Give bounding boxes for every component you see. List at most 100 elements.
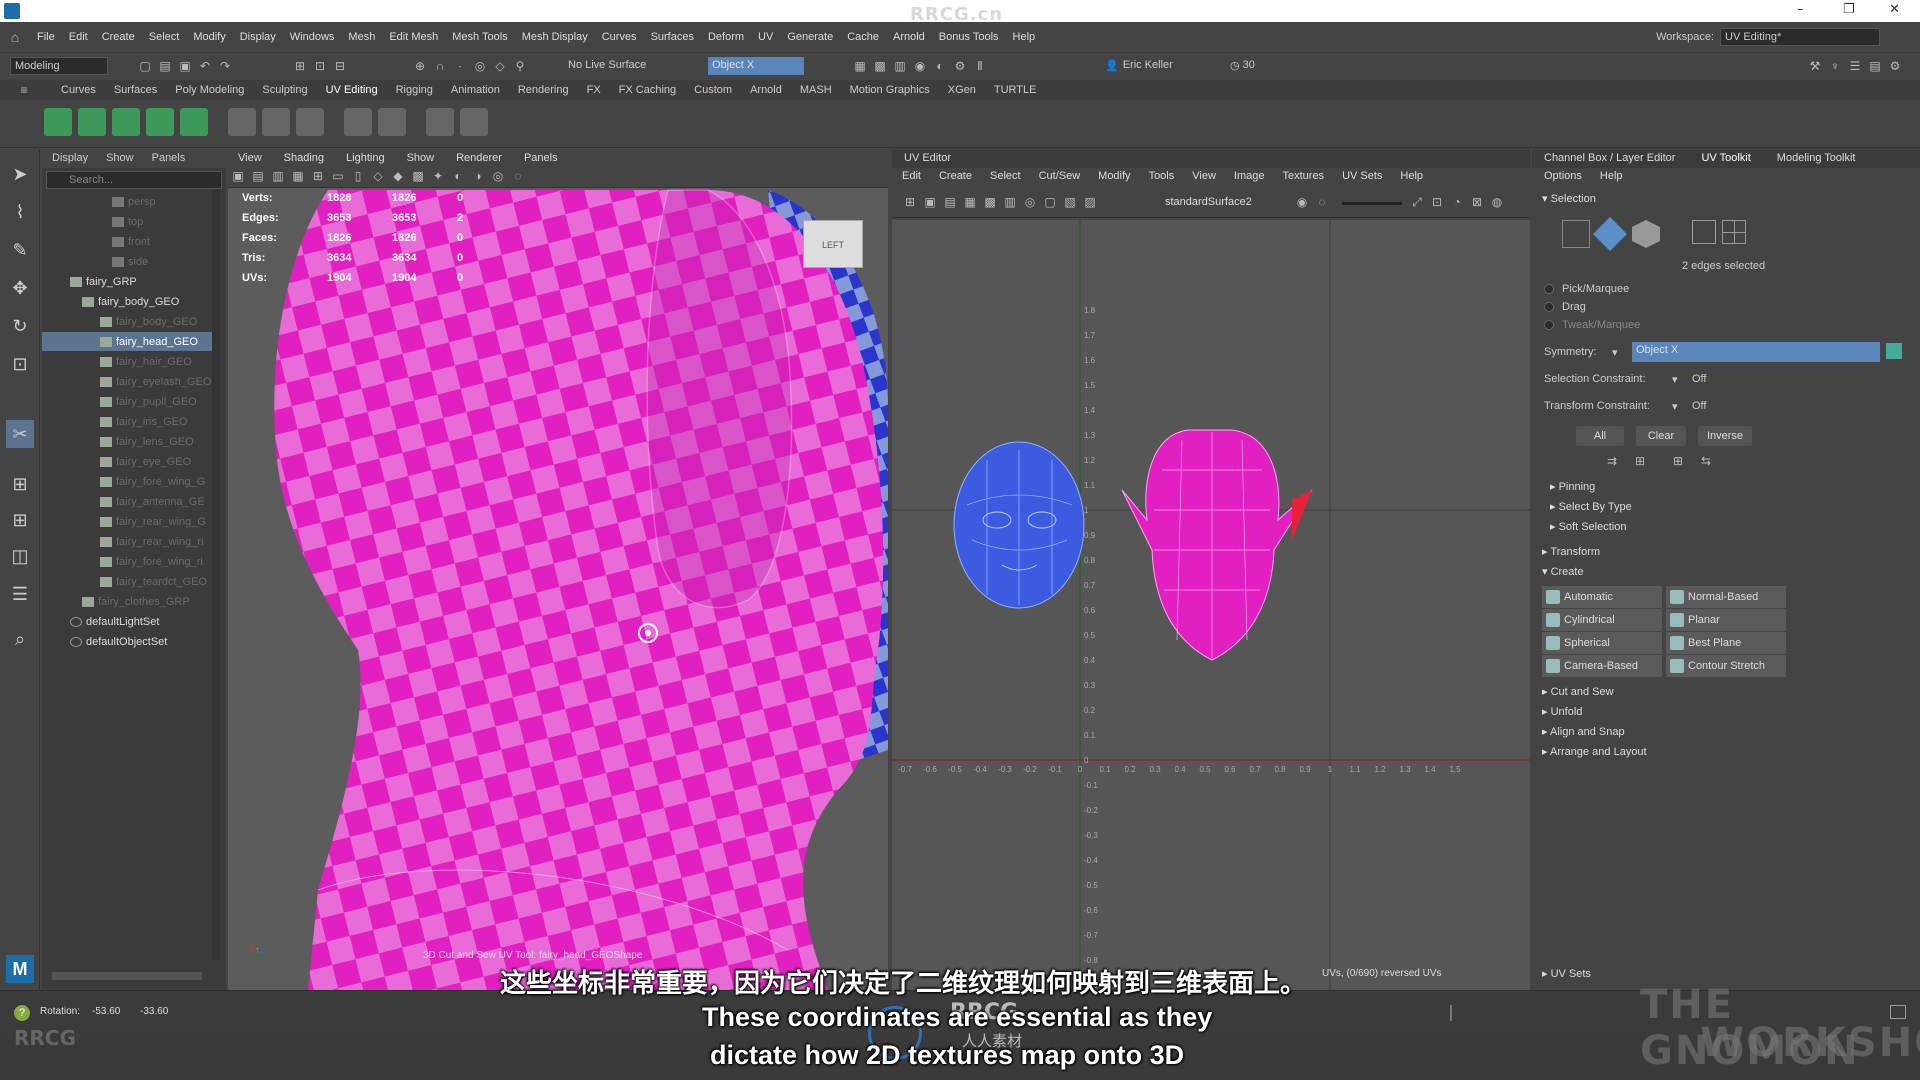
menu-display[interactable]: Display xyxy=(233,31,283,43)
cut-sew-tool-icon[interactable]: ✂ xyxy=(6,420,34,448)
grid-toggle-icon[interactable]: ⊞ xyxy=(310,168,326,184)
shelf-tab-mash[interactable]: MASH xyxy=(791,84,841,96)
uv-toggle-icon[interactable]: ⊠ xyxy=(1469,194,1485,210)
viewport-menu-lighting[interactable]: Lighting xyxy=(346,152,385,166)
menu-file[interactable]: File xyxy=(30,31,62,43)
frame-all-icon[interactable]: ⤢ xyxy=(1409,194,1425,210)
menu-modify[interactable]: Modify xyxy=(186,31,232,43)
shelf-tab-fx-caching[interactable]: FX Caching xyxy=(610,84,685,96)
menu-select[interactable]: Select xyxy=(142,31,187,43)
outliner-item[interactable]: persp xyxy=(42,192,212,211)
user-account[interactable]: 👤 Eric Keller xyxy=(1105,59,1173,72)
pause-icon[interactable]: Ⅱ xyxy=(972,58,988,74)
menu-curves[interactable]: Curves xyxy=(595,31,644,43)
outliner-item[interactable]: front xyxy=(42,232,212,251)
cut-uv-icon[interactable] xyxy=(228,108,256,136)
menu-uv[interactable]: UV xyxy=(751,31,780,43)
uv-tiles-icon[interactable]: ▨ xyxy=(1082,194,1098,210)
select-shell-icon[interactable]: ⊞ xyxy=(1670,453,1686,469)
outliner-menu-display[interactable]: Display xyxy=(52,152,88,166)
straighten-uv-icon[interactable] xyxy=(378,108,406,136)
open-scene-icon[interactable]: ▤ xyxy=(157,58,173,74)
mode-pick-marquee[interactable]: Pick/Marquee xyxy=(1544,283,1629,295)
inverse-selection-button[interactable]: Inverse xyxy=(1698,426,1752,446)
menu-create[interactable]: Create xyxy=(95,31,142,43)
select-hierarchy-icon[interactable]: ⊞ xyxy=(292,58,308,74)
3d-viewport[interactable]: View Shading Lighting Show Renderer Pane… xyxy=(228,150,888,990)
contour-stretch-button[interactable]: Contour Stretch xyxy=(1666,655,1786,677)
frame-selection-icon[interactable]: ⊡ xyxy=(1429,194,1445,210)
outliner-item[interactable]: defaultLightSet xyxy=(42,612,212,631)
uv-camera-icon[interactable]: ▢ xyxy=(1042,194,1058,210)
outliner-item[interactable]: fairy_fore_wing_G xyxy=(42,472,212,491)
channel-box-icon[interactable]: ⚙ xyxy=(1887,58,1903,74)
snap-live-icon[interactable]: ⚲ xyxy=(512,58,528,74)
lights-icon[interactable]: ✦ xyxy=(430,168,446,184)
alpha-channel-icon[interactable]: ◌ xyxy=(1314,194,1330,210)
viewport-menu-view[interactable]: View xyxy=(238,152,262,166)
uv-menu-image[interactable]: Image xyxy=(1234,170,1265,184)
mode-tweak-marquee[interactable]: Tweak/Marquee xyxy=(1544,319,1640,331)
restore-icon[interactable]: ❐ xyxy=(1843,2,1855,17)
outliner-item[interactable]: fairy_head_GEO xyxy=(42,332,212,351)
menu-help[interactable]: Help xyxy=(1006,31,1043,43)
shadows-icon[interactable]: ◐ xyxy=(450,168,466,184)
uv-shell-mode-icon[interactable] xyxy=(1722,220,1746,244)
symmetry-dropdown[interactable]: Object X xyxy=(1632,342,1880,362)
best-plane-button[interactable]: Best Plane xyxy=(1666,632,1786,654)
shelf-tab-surfaces[interactable]: Surfaces xyxy=(105,84,166,96)
cylindrical-mapping-icon[interactable] xyxy=(78,108,106,136)
grow-selection-icon[interactable]: ⇉ xyxy=(1604,453,1620,469)
shelf-tab-uv-editing[interactable]: UV Editing xyxy=(317,84,387,96)
normal-based-button[interactable]: Normal-Based xyxy=(1666,586,1786,608)
automatic-mapping-icon[interactable] xyxy=(146,108,174,136)
uv-menu-tools[interactable]: Tools xyxy=(1149,170,1175,184)
unfold-uv-icon[interactable] xyxy=(296,108,324,136)
help-icon[interactable]: ? xyxy=(14,1005,30,1021)
distortion-shader-icon[interactable] xyxy=(460,108,488,136)
shelf-tab-turtle[interactable]: TURTLE xyxy=(985,84,1046,96)
planar-mapping-icon[interactable] xyxy=(44,108,72,136)
render-view-icon[interactable]: ◐ xyxy=(932,58,948,74)
paint-select-icon[interactable]: ✎ xyxy=(6,236,34,264)
outliner-search-input[interactable]: Search... xyxy=(46,171,222,189)
menu-surfaces[interactable]: Surfaces xyxy=(644,31,701,43)
symmetry-settings-icon[interactable] xyxy=(1886,343,1902,359)
menu-generate[interactable]: Generate xyxy=(780,31,840,43)
search-icon[interactable]: ⌕ xyxy=(6,625,34,653)
section-select-by-type[interactable]: ▸ Select By Type xyxy=(1550,500,1632,513)
select-all-button[interactable]: All xyxy=(1576,426,1624,446)
section-align-and-snap[interactable]: ▸ Align and Snap xyxy=(1542,725,1625,738)
textured-icon[interactable]: ▩ xyxy=(410,168,426,184)
vertex-mode-icon[interactable] xyxy=(1562,220,1590,248)
workspace-dropdown[interactable]: UV Editing* xyxy=(1720,28,1880,46)
shrink-selection-icon[interactable]: ⊞ xyxy=(1632,453,1648,469)
outliner-item[interactable]: fairy_eyelash_GEO xyxy=(42,372,212,391)
save-scene-icon[interactable]: ▣ xyxy=(177,58,193,74)
section-transform[interactable]: ▸ Transform xyxy=(1542,545,1600,558)
bookmark-icon[interactable]: ▥ xyxy=(270,168,286,184)
transform-constraint-value[interactable]: Off xyxy=(1692,400,1706,412)
uv-toolkit-menu-help[interactable]: Help xyxy=(1600,170,1623,184)
section-cut-and-sew[interactable]: ▸ Cut and Sew xyxy=(1542,685,1614,698)
uv-menu-modify[interactable]: Modify xyxy=(1098,170,1130,184)
snap-surface-icon[interactable]: ◇ xyxy=(492,58,508,74)
layout-uv-icon[interactable] xyxy=(344,108,372,136)
shelf-tab-animation[interactable]: Animation xyxy=(442,84,509,96)
uv-checker-icon[interactable]: ▥ xyxy=(1002,194,1018,210)
menu-deform[interactable]: Deform xyxy=(701,31,751,43)
outliner-item[interactable]: fairy_teardct_GEO xyxy=(42,572,212,591)
shelf-tab-rendering[interactable]: Rendering xyxy=(509,84,578,96)
render-settings-icon[interactable]: ▥ xyxy=(892,58,908,74)
live-surface-field[interactable]: No Live Surface xyxy=(568,59,646,71)
viewport-menu-panels[interactable]: Panels xyxy=(524,152,558,166)
hypershade-icon[interactable]: ◉ xyxy=(912,58,928,74)
outliner-item[interactable]: defaultObjectSet xyxy=(42,632,212,651)
uv-distortion-icon[interactable]: ◎ xyxy=(1022,194,1038,210)
outliner-item[interactable]: fairy_rear_wing_ri xyxy=(42,532,212,551)
camera-mapping-icon[interactable] xyxy=(180,108,208,136)
tab-uv-toolkit[interactable]: UV Toolkit xyxy=(1701,152,1750,166)
uv-menu-select[interactable]: Select xyxy=(990,170,1021,184)
uv-menu-edit[interactable]: Edit xyxy=(902,170,921,184)
section-uv-sets[interactable]: ▸ UV Sets xyxy=(1542,967,1591,980)
